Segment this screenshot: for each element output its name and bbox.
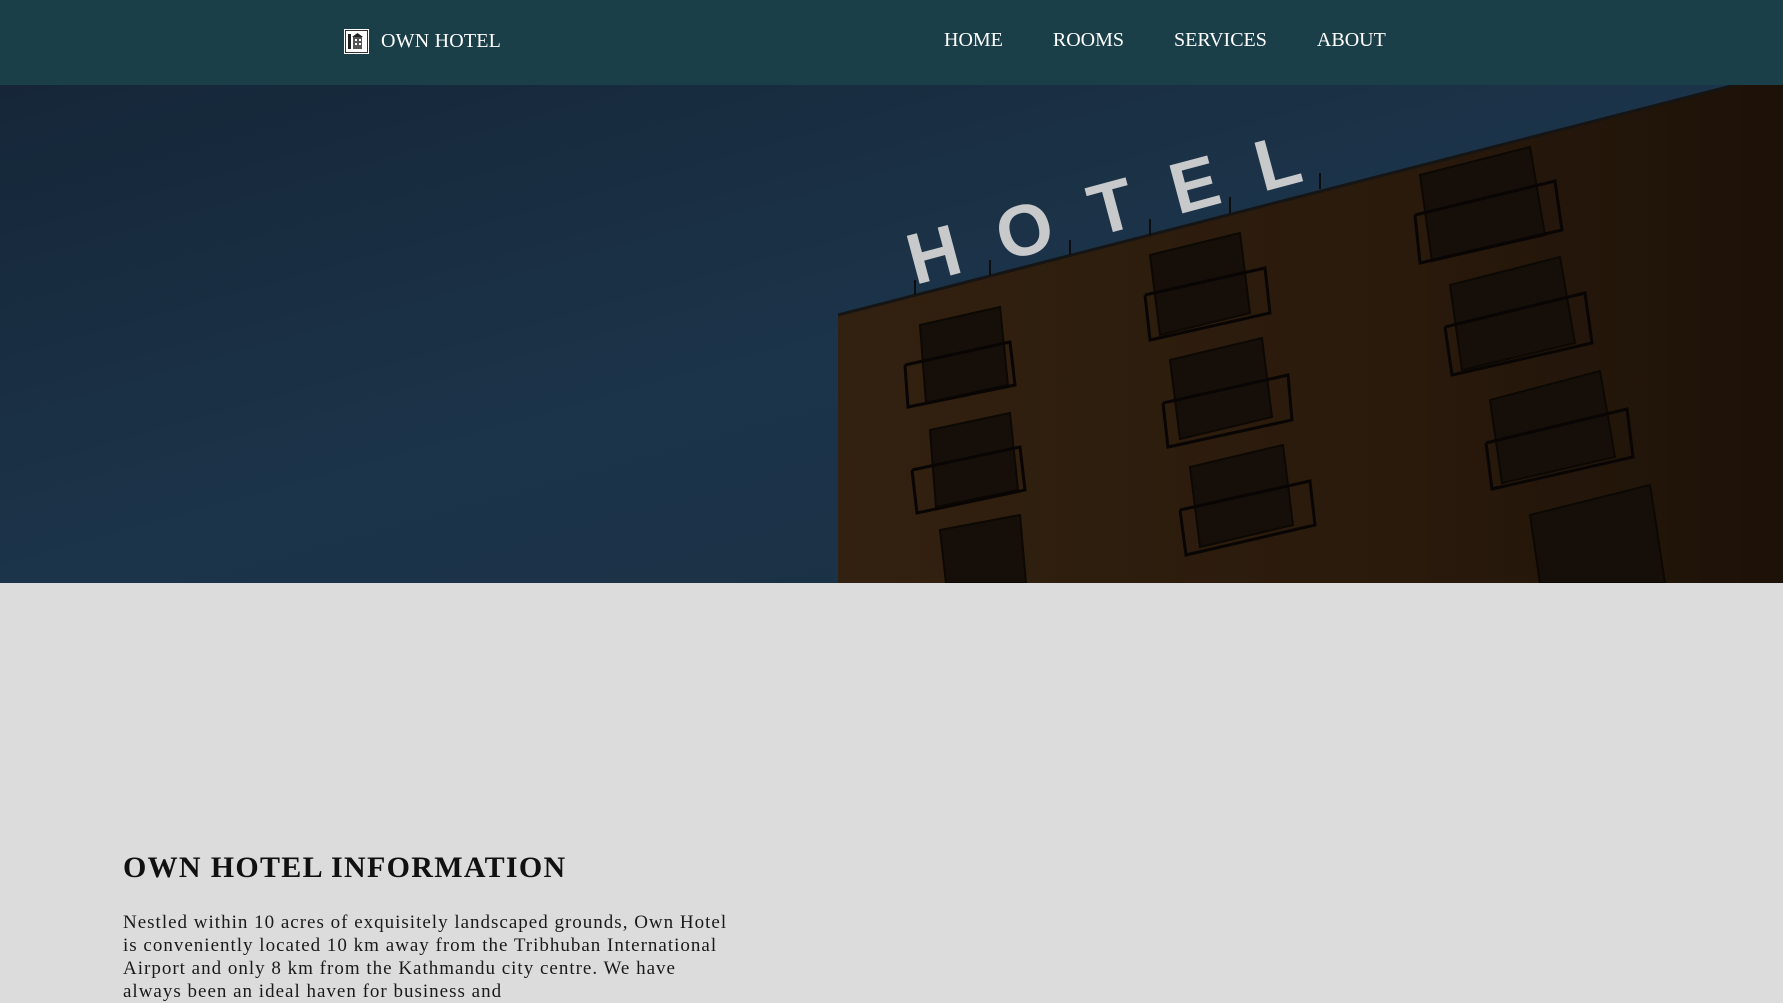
- top-navbar: OWN HOTEL HOME ROOMS SERVICES ABOUT: [0, 0, 1783, 85]
- hero-banner: HOTEL: [0, 85, 1783, 583]
- nav-rooms[interactable]: ROOMS: [1053, 27, 1124, 53]
- info-description: Nestled within 10 acres of exquisitely l…: [123, 912, 728, 1002]
- nav-home[interactable]: HOME: [944, 27, 1003, 53]
- hero-image: HOTEL: [0, 85, 1783, 583]
- hotel-logo-icon: [344, 28, 369, 54]
- brand-link[interactable]: OWN HOTEL: [344, 27, 501, 55]
- nav-about[interactable]: ABOUT: [1317, 27, 1386, 53]
- hotel-information: OWN HOTEL INFORMATION Nestled within 10 …: [123, 848, 733, 1003]
- nav-services[interactable]: SERVICES: [1174, 27, 1267, 53]
- main-nav: HOME ROOMS SERVICES ABOUT: [944, 27, 1386, 53]
- info-title: OWN HOTEL INFORMATION: [123, 851, 567, 884]
- brand-name: OWN HOTEL: [381, 29, 502, 52]
